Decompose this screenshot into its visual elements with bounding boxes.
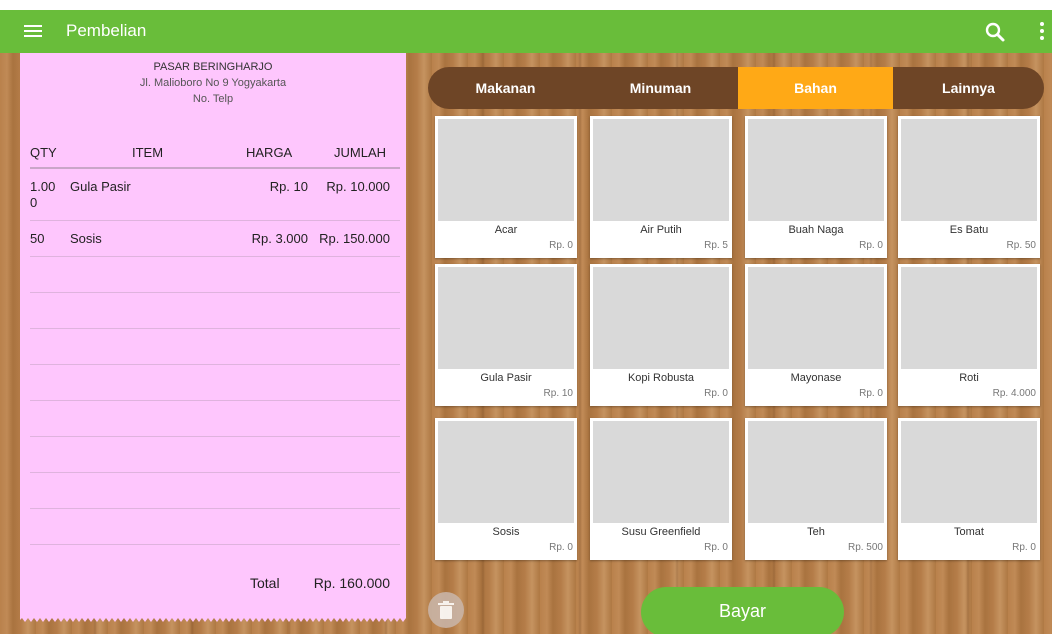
total-label: Total (250, 575, 280, 591)
empty-row (30, 437, 400, 473)
product-name: Kopi Robusta (627, 372, 695, 384)
row-item: Sosis (70, 231, 102, 246)
product-card[interactable]: Susu Greenfield Rp. 0 (590, 418, 732, 560)
product-image (748, 421, 884, 523)
product-card[interactable]: Es Batu Rp. 50 (898, 116, 1040, 258)
empty-row (30, 329, 400, 365)
product-image (438, 267, 574, 369)
product-price: Rp. 0 (704, 388, 728, 399)
row-item: Gula Pasir (70, 179, 131, 194)
total-value: Rp. 160.000 (313, 575, 390, 591)
header-jumlah: JUMLAH (334, 145, 387, 160)
product-price: Rp. 0 (549, 542, 573, 553)
product-price: Rp. 0 (704, 542, 728, 553)
product-card[interactable]: Teh Rp. 500 (745, 418, 887, 560)
product-image (748, 119, 884, 221)
empty-row (30, 257, 400, 293)
row-jumlah: Rp. 150.000 (319, 231, 390, 246)
row-qty: 50 (30, 231, 45, 246)
table-row[interactable]: 50 Sosis Rp. 3.000 Rp. 150.000 (30, 221, 400, 257)
store-phone: No. Telp (192, 93, 234, 105)
product-price: Rp. 5 (704, 240, 728, 251)
empty-row (30, 365, 400, 401)
product-card[interactable]: Sosis Rp. 0 (435, 418, 577, 560)
product-name: Tomat (954, 526, 984, 538)
product-card[interactable]: Mayonase Rp. 0 (745, 264, 887, 406)
page-title: Pembelian (66, 21, 147, 40)
empty-row (30, 509, 400, 545)
app-bar: Pembelian (0, 10, 1052, 53)
header-qty: QTY (30, 145, 57, 160)
product-name: Buah Naga (788, 224, 844, 236)
product-image (901, 267, 1037, 369)
product-image (593, 119, 729, 221)
product-card[interactable]: Air Putih Rp. 5 (590, 116, 732, 258)
product-name: Gula Pasir (480, 372, 532, 384)
empty-row (30, 473, 400, 509)
product-card[interactable]: Acar Rp. 0 (435, 116, 577, 258)
product-price: Rp. 0 (549, 240, 573, 251)
menu-icon[interactable] (22, 22, 46, 42)
product-card[interactable]: Tomat Rp. 0 (898, 418, 1040, 560)
product-price: Rp. 10 (543, 388, 573, 399)
store-name: PASAR BERINGHARJO (153, 61, 273, 73)
product-price: Rp. 0 (1012, 542, 1036, 553)
product-image (438, 421, 574, 523)
product-card[interactable]: Buah Naga Rp. 0 (745, 116, 887, 258)
product-name: Teh (807, 526, 825, 538)
product-card[interactable]: Kopi Robusta Rp. 0 (590, 264, 732, 406)
tab-bahan[interactable]: Bahan (738, 67, 893, 109)
product-name: Mayonase (790, 372, 842, 384)
product-name: Es Batu (949, 224, 989, 236)
empty-row (30, 401, 400, 437)
header-harga: HARGA (246, 145, 293, 160)
receipt-panel: PASAR BERINGHARJO Jl. Malioboro No 9 Yog… (20, 53, 406, 616)
product-card[interactable]: Roti Rp. 4.000 (898, 264, 1040, 406)
tab-minuman[interactable]: Minuman (583, 67, 738, 109)
product-name: Roti (959, 372, 979, 384)
product-card[interactable]: Gula Pasir Rp. 10 (435, 264, 577, 406)
product-name: Air Putih (640, 224, 682, 236)
product-image (748, 267, 884, 369)
row-jumlah: Rp. 10.000 (326, 179, 390, 194)
status-strip (0, 0, 1052, 10)
table-row[interactable]: 1.000 Gula Pasir Rp. 10 Rp. 10.000 (30, 169, 400, 221)
product-name: Susu Greenfield (621, 526, 701, 538)
product-image (593, 421, 729, 523)
receipt-zigzag-edge (20, 616, 406, 622)
empty-row (30, 293, 400, 329)
tab-makanan[interactable]: Makanan (428, 67, 583, 109)
store-address: Jl. Malioboro No 9 Yogyakarta (139, 77, 287, 89)
trash-icon[interactable] (428, 592, 464, 628)
row-harga: Rp. 3.000 (251, 231, 308, 246)
product-image (901, 421, 1037, 523)
product-name: Sosis (492, 526, 520, 538)
row-harga: Rp. 10 (269, 179, 308, 194)
product-price: Rp. 0 (859, 388, 883, 399)
product-price: Rp. 500 (847, 542, 883, 553)
product-image (438, 119, 574, 221)
product-image (901, 119, 1037, 221)
tab-lainnya[interactable]: Lainnya (893, 67, 1044, 109)
product-name: Acar (494, 224, 518, 236)
more-vert-icon[interactable] (1036, 19, 1048, 45)
pay-button[interactable]: Bayar (641, 587, 844, 634)
product-price: Rp. 50 (1006, 240, 1036, 251)
product-image (593, 267, 729, 369)
row-qty: 1.000 (30, 179, 56, 210)
search-icon[interactable] (982, 19, 1008, 45)
header-item: ITEM (132, 145, 164, 160)
product-price: Rp. 4.000 (992, 388, 1036, 399)
category-tabs: Makanan Minuman Bahan Lainnya (428, 67, 1044, 109)
product-price: Rp. 0 (859, 240, 883, 251)
